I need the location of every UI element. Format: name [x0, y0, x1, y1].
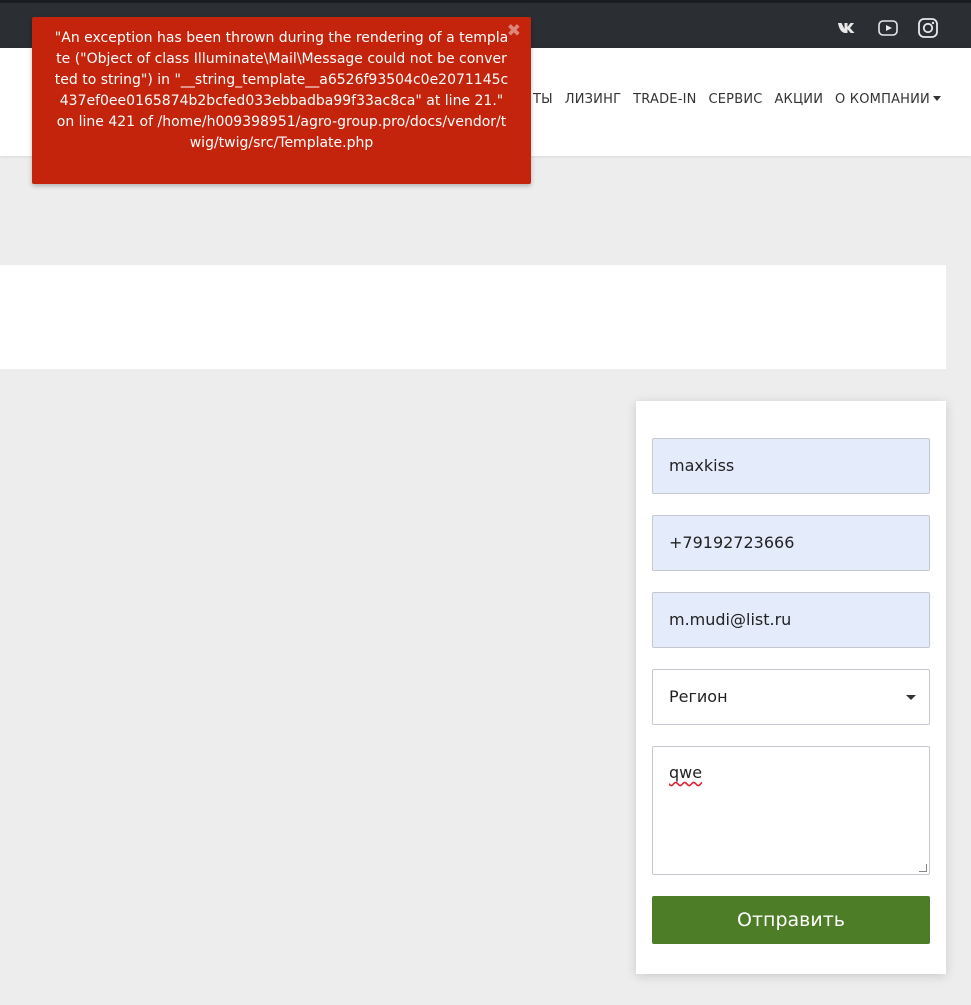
resize-handle-icon[interactable]: [919, 864, 927, 872]
nav-menu: ТЫ ЛИЗИНГ TRADE-IN СЕРВИС АКЦИИ О КОМПАН…: [533, 92, 941, 107]
instagram-icon[interactable]: [917, 17, 939, 39]
vk-icon[interactable]: [837, 17, 859, 39]
close-icon[interactable]: ✖: [507, 23, 521, 40]
youtube-icon[interactable]: [877, 17, 899, 39]
contact-form-card: maxkiss +79192723666 m.mudi@list.ru Реги…: [636, 401, 946, 974]
error-notification: ✖ "An exception has been thrown during t…: [32, 17, 531, 184]
nav-item-promotions[interactable]: АКЦИИ: [774, 92, 823, 107]
name-field[interactable]: maxkiss: [652, 438, 930, 494]
region-select[interactable]: Регион: [652, 669, 930, 725]
chevron-down-icon: [906, 695, 916, 700]
nav-item-about-dropdown[interactable]: О КОМПАНИИ: [835, 92, 941, 107]
nav-item-trade-in[interactable]: TRADE-IN: [633, 92, 696, 107]
message-textarea[interactable]: qwe: [652, 746, 930, 875]
content-band: [0, 265, 946, 369]
nav-item-about-label: О КОМПАНИИ: [835, 92, 930, 107]
social-links: [837, 17, 939, 39]
submit-button[interactable]: Отправить: [652, 896, 930, 944]
message-text: qwe: [669, 763, 703, 782]
nav-item-partial[interactable]: ТЫ: [533, 92, 553, 107]
nav-item-service[interactable]: СЕРВИС: [708, 92, 762, 107]
error-message: "An exception has been thrown during the…: [54, 30, 509, 151]
caret-down-icon: [932, 96, 941, 101]
nav-item-leasing[interactable]: ЛИЗИНГ: [565, 92, 621, 107]
email-field[interactable]: m.mudi@list.ru: [652, 592, 930, 648]
region-select-value: Регион: [669, 687, 728, 706]
phone-field[interactable]: +79192723666: [652, 515, 930, 571]
